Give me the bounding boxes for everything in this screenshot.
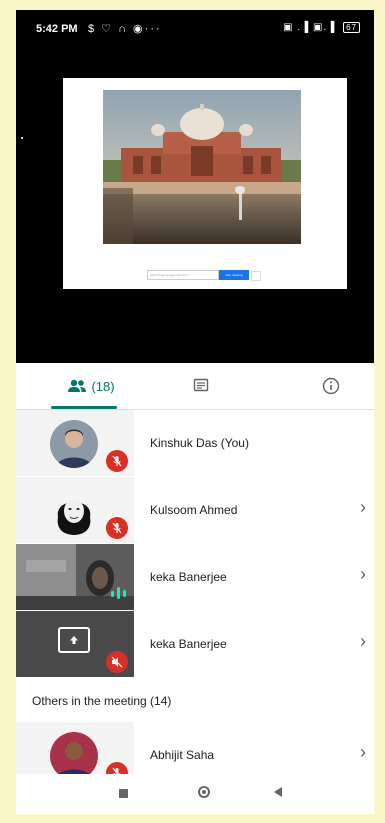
presentation-tile [16,611,134,677]
humayun-tomb-image [103,90,301,244]
active-tab-indicator [51,406,117,409]
participant-name: Abhijit Saha [150,748,215,762]
info-icon [322,377,340,395]
avatar [50,732,98,780]
signal-icon: ▣ .▐ ▣.▐ [283,22,336,33]
chevron-right-icon[interactable]: › [360,742,366,763]
others-label: Others in the meeting (14) [32,694,172,708]
others-section-header: Others in the meeting (14) [16,678,374,722]
phone-screen: 5:42 PM $ ♡ ∩ ◉··· ▣ .▐ ▣.▐ 67 https://m… [16,10,374,814]
monument-photo [103,90,301,244]
system-nav-bar [16,774,374,814]
participant-row[interactable]: keka Banerjee › [16,544,374,611]
participant-tile [16,477,134,543]
mic-off-icon [106,517,128,539]
participant-tile [16,410,134,476]
meeting-panel: (18) Kinshuk Das (You) Kulsoom Ahmed › k… [16,363,374,814]
slide-join-bar: https://meet.google.com/xyz... Join meet… [147,270,261,281]
participant-name: Kulsoom Ahmed [150,503,238,517]
stage-dot [21,137,23,139]
tab-chat[interactable] [166,363,236,409]
presentation-stage[interactable]: https://meet.google.com/xyz... Join meet… [16,50,374,363]
signal-icons: ▣ .▐ ▣.▐ 67 [283,22,360,33]
slide-join-button: Join meeting [219,270,249,280]
participant-list: Kinshuk Das (You) Kulsoom Ahmed › keka B… [16,410,374,789]
notification-icons: $ ♡ ∩ ◉··· [88,23,162,35]
status-time: 5:42 PM [36,23,78,35]
participant-name: keka Banerjee [150,570,227,584]
participant-row[interactable]: keka Banerjee › [16,611,374,678]
participant-video-tile [16,544,134,610]
status-bar: 5:42 PM $ ♡ ∩ ◉··· ▣ .▐ ▣.▐ 67 [16,10,374,50]
video-feed [16,544,134,610]
back-button[interactable] [274,787,282,797]
panel-tabs: (18) [16,363,374,410]
home-button[interactable] [198,786,210,798]
slide-url-input: https://meet.google.com/xyz... [147,270,219,280]
chevron-right-icon[interactable]: › [360,631,366,652]
chat-icon [193,378,209,392]
tab-people[interactable]: (18) [36,363,146,409]
people-icon [68,379,87,392]
present-screen-icon [58,627,90,653]
participant-name: Kinshuk Das (You) [150,436,249,450]
speaking-icon [108,586,130,600]
participant-row[interactable]: Kinshuk Das (You) [16,410,374,477]
slide-mini-box [251,271,261,281]
participant-row[interactable]: Kulsoom Ahmed › [16,477,374,544]
recents-button[interactable] [119,789,128,798]
avatar [50,487,98,535]
mic-off-icon [106,450,128,472]
battery-icon: 67 [343,22,360,33]
tab-info[interactable] [296,363,366,409]
chevron-right-icon[interactable]: › [360,564,366,585]
mic-off-icon [106,651,128,673]
chevron-right-icon[interactable]: › [360,497,366,518]
people-count: (18) [91,378,115,394]
presented-slide: https://meet.google.com/xyz... Join meet… [63,78,347,289]
participant-name: keka Banerjee [150,637,227,651]
avatar [50,420,98,468]
